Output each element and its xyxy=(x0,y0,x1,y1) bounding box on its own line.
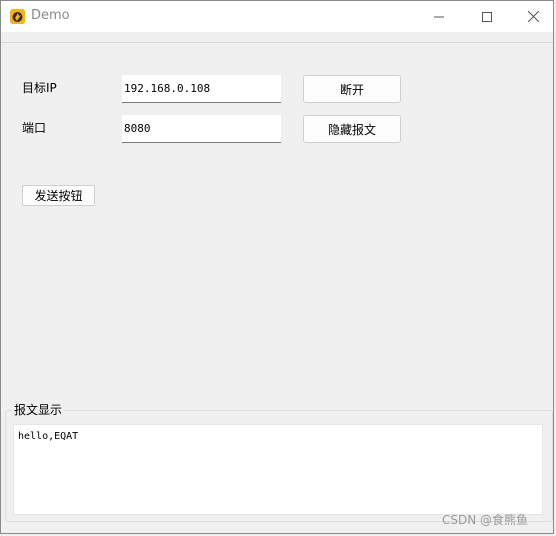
message-display[interactable]: hello,EQAT xyxy=(13,424,543,515)
app-logo-icon xyxy=(10,9,25,24)
target-ip-input[interactable]: 192.168.0.108 xyxy=(122,75,281,103)
close-button[interactable] xyxy=(510,1,556,32)
minimize-icon xyxy=(434,16,444,17)
close-icon xyxy=(527,11,539,22)
watermark: CSDN @食熊鱼 xyxy=(442,513,529,527)
menu-bar xyxy=(1,32,553,43)
message-panel-title: 报文显示 xyxy=(12,403,65,417)
disconnect-button[interactable]: 断开 xyxy=(303,75,401,103)
app-window: Demo 目标IP 192.168.0.108 断开 端口 8080 隐藏报文 … xyxy=(0,0,554,534)
send-button[interactable]: 发送按钮 xyxy=(22,185,95,206)
window-title: Demo xyxy=(31,8,70,23)
port-input[interactable]: 8080 xyxy=(122,115,281,143)
maximize-button[interactable] xyxy=(464,1,510,32)
hide-message-button[interactable]: 隐藏报文 xyxy=(303,115,401,143)
target-ip-label: 目标IP xyxy=(22,81,57,95)
minimize-button[interactable] xyxy=(416,1,462,32)
title-bar[interactable]: Demo xyxy=(1,1,553,32)
maximize-icon xyxy=(482,11,492,22)
port-label: 端口 xyxy=(22,121,47,135)
